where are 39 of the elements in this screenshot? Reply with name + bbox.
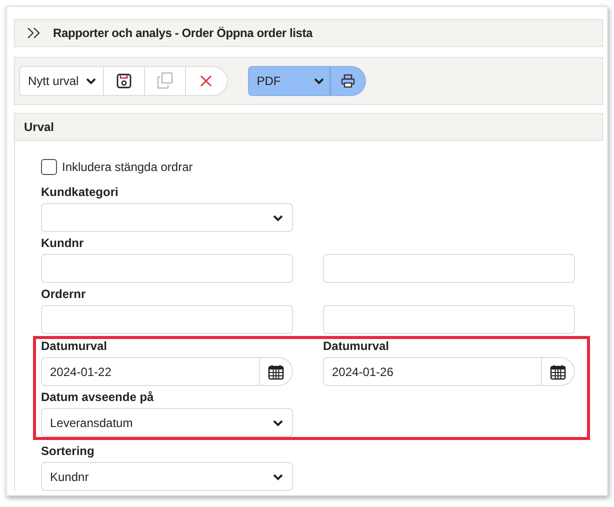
page-title: Rapporter och analys - Order Öppna order lista: [53, 26, 313, 40]
chevron-down-icon: [272, 212, 284, 222]
chevron-down-icon: [272, 418, 284, 428]
section-title: Urval: [24, 120, 54, 134]
date-field[interactable]: 2024-01-26: [323, 357, 542, 386]
calendar-icon: [550, 364, 566, 380]
field-label: Sortering: [41, 444, 96, 458]
field-label: Kundnr: [41, 236, 85, 250]
date-field[interactable]: 2024-01-22: [41, 357, 260, 386]
save-button[interactable]: [104, 66, 145, 96]
print-button[interactable]: [330, 66, 366, 96]
chevron-down-icon: [312, 76, 325, 86]
field-label: Datum avseende på: [41, 390, 155, 404]
print-icon: [340, 74, 355, 88]
checkbox-label: Inkludera stängda ordrar: [62, 160, 193, 174]
chevron-down-icon: [272, 472, 284, 482]
selection-dropdown[interactable]: Nytt urval: [19, 66, 104, 96]
select-field[interactable]: Leveransdatum: [41, 408, 293, 437]
checkbox[interactable]: [41, 159, 57, 175]
copy-icon: [156, 72, 174, 90]
field-label: Datumurval: [323, 339, 390, 353]
save-icon: [116, 73, 132, 89]
close-icon: [199, 74, 214, 88]
expand-icon[interactable]: [27, 27, 41, 39]
input-field[interactable]: [41, 305, 293, 334]
format-dropdown[interactable]: PDF: [248, 66, 330, 96]
delete-button[interactable]: [186, 66, 228, 96]
select-field[interactable]: Kundnr: [41, 462, 293, 491]
field-label: Kundkategori: [41, 185, 120, 199]
calendar-button[interactable]: [259, 357, 293, 386]
field-label: Datumurval: [41, 339, 108, 353]
calendar-button[interactable]: [541, 357, 575, 386]
calendar-icon: [268, 364, 284, 380]
input-field[interactable]: [323, 254, 575, 283]
field-label: Ordernr: [41, 287, 87, 301]
select-field[interactable]: [41, 203, 293, 232]
input-field[interactable]: [41, 254, 293, 283]
input-field[interactable]: [323, 305, 575, 334]
chevron-down-icon: [84, 76, 97, 86]
